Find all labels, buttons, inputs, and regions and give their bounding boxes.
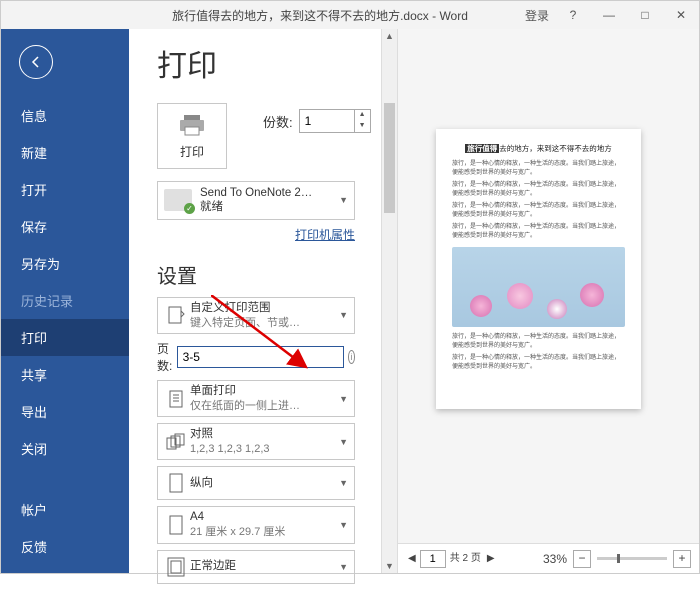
sidebar-item-7[interactable]: 共享	[1, 356, 129, 393]
spin-down-icon[interactable]: ▼	[355, 121, 370, 132]
page-total-label: 共 2 页	[448, 553, 483, 564]
sidebar-item-11[interactable]: 反馈	[1, 528, 129, 565]
prev-page-button[interactable]: ◀	[406, 553, 418, 564]
printer-selector[interactable]: Send To OneNote 2… 就绪 ▼	[157, 181, 355, 220]
document-title: 旅行值得去的地方，来到这不得不去的地方.docx - Word	[1, 7, 519, 24]
zoom-out-button[interactable]: −	[573, 550, 591, 568]
print-column: 打印 打印 份数: ▲▼ Send To OneNote 2… 就绪 ▼	[129, 29, 381, 573]
chevron-down-icon: ▼	[335, 520, 348, 530]
login-link[interactable]: 登录	[519, 7, 555, 24]
zoom-controls: 33% − +	[543, 550, 691, 568]
copies-input[interactable]	[299, 109, 355, 133]
minimize-button[interactable]: —	[591, 8, 627, 22]
chevron-down-icon: ▼	[335, 478, 348, 488]
backstage-sidebar: 信息新建打开保存另存为历史记录打印共享导出关闭帐户反馈选项	[1, 29, 129, 573]
chevron-down-icon: ▼	[335, 310, 348, 320]
printer-text: Send To OneNote 2… 就绪	[200, 186, 312, 215]
collate-selector[interactable]: 对照1,2,3 1,2,3 1,2,3 ▼	[157, 423, 355, 460]
sidebar-item-9[interactable]: 关闭	[1, 430, 129, 467]
sidebar-item-5[interactable]: 历史记录	[1, 282, 129, 319]
copies-label: 份数:	[263, 112, 293, 131]
back-button[interactable]	[19, 45, 53, 79]
zoom-slider-thumb[interactable]	[617, 554, 620, 563]
copies-group: 份数: ▲▼	[263, 109, 371, 133]
sidebar-item-4[interactable]: 另存为	[1, 245, 129, 282]
sides-selector[interactable]: 单面打印仅在纸面的一侧上进… ▼	[157, 380, 355, 417]
scroll-up-icon[interactable]: ▲	[382, 29, 397, 43]
page-nav: ◀ 共 2 页 ▶	[406, 550, 497, 568]
preview-page: 旅行值得去的地方，来到这不得不去的地方 旅行，是一种心情的释放，一种生活的态度。…	[436, 129, 641, 409]
pages-label: 页数:	[157, 340, 173, 374]
sidebar-item-8[interactable]: 导出	[1, 393, 129, 430]
copies-spinner[interactable]: ▲▼	[299, 109, 371, 133]
scroll-down-icon[interactable]: ▼	[382, 559, 397, 573]
next-page-button[interactable]: ▶	[485, 553, 497, 564]
collate-icon	[165, 433, 187, 451]
print-range-selector[interactable]: 自定义打印范围键入特定页面、节或… ▼	[157, 297, 355, 334]
settings-scrollbar[interactable]: ▲ ▼	[381, 29, 397, 573]
page-title: 打印	[157, 41, 381, 85]
spinner-arrows: ▲▼	[355, 109, 371, 133]
sidebar-item-0[interactable]: 信息	[1, 97, 129, 134]
zoom-slider[interactable]	[597, 557, 667, 560]
paper-size-selector[interactable]: A421 厘米 x 29.7 厘米 ▼	[157, 506, 355, 543]
info-icon[interactable]: i	[348, 350, 355, 364]
spin-up-icon[interactable]: ▲	[355, 110, 370, 121]
chevron-down-icon: ▼	[335, 394, 348, 404]
sidebar-item-1[interactable]: 新建	[1, 134, 129, 171]
printer-properties-link[interactable]: 打印机属性	[295, 228, 355, 242]
printer-name: Send To OneNote 2…	[200, 186, 312, 200]
sidebar-item-12[interactable]: 选项	[1, 565, 129, 602]
print-button[interactable]: 打印	[157, 103, 227, 169]
print-button-label: 打印	[180, 143, 204, 160]
chevron-down-icon: ▼	[335, 562, 348, 572]
help-button[interactable]: ?	[555, 8, 591, 22]
zoom-percent[interactable]: 33%	[543, 552, 567, 566]
chevron-down-icon: ▼	[335, 437, 348, 447]
window-controls: 登录 ? — □ ✕	[519, 7, 699, 24]
sidebar-item-10[interactable]: 帐户	[1, 491, 129, 528]
page-range-icon	[166, 305, 186, 325]
preview-image	[452, 247, 625, 327]
scroll-track[interactable]	[382, 43, 397, 559]
sidebar-item-2[interactable]: 打开	[1, 171, 129, 208]
preview-title: 旅行值得去的地方，来到这不得不去的地方	[452, 143, 625, 154]
orientation-selector[interactable]: 纵向 ▼	[157, 466, 355, 500]
settings-heading: 设置	[157, 260, 381, 289]
sidebar-item-3[interactable]: 保存	[1, 208, 129, 245]
preview-statusbar: ◀ 共 2 页 ▶ 33% − +	[398, 543, 699, 573]
maximize-button[interactable]: □	[627, 8, 663, 22]
close-button[interactable]: ✕	[663, 8, 699, 22]
pages-row: 页数: i	[157, 340, 355, 374]
print-preview: 旅行值得去的地方，来到这不得不去的地方 旅行，是一种心情的释放，一种生活的态度。…	[397, 29, 699, 573]
pages-input[interactable]	[177, 346, 344, 368]
portrait-icon	[168, 473, 184, 493]
scroll-thumb[interactable]	[384, 103, 395, 213]
title-bar: 旅行值得去的地方，来到这不得不去的地方.docx - Word 登录 ? — □…	[1, 1, 699, 29]
sidebar-item-6[interactable]: 打印	[1, 319, 129, 356]
chevron-down-icon: ▼	[339, 195, 348, 205]
printer-icon	[178, 113, 206, 137]
margins-selector[interactable]: 正常边距 ▼	[157, 550, 355, 584]
printer-device-icon	[164, 189, 192, 211]
paper-size-icon	[168, 515, 184, 535]
content-area: 打印 打印 份数: ▲▼ Send To OneNote 2… 就绪 ▼	[129, 29, 699, 573]
zoom-in-button[interactable]: +	[673, 550, 691, 568]
page-number-input[interactable]	[420, 550, 446, 568]
single-side-icon	[166, 389, 186, 409]
printer-status: 就绪	[200, 200, 312, 214]
